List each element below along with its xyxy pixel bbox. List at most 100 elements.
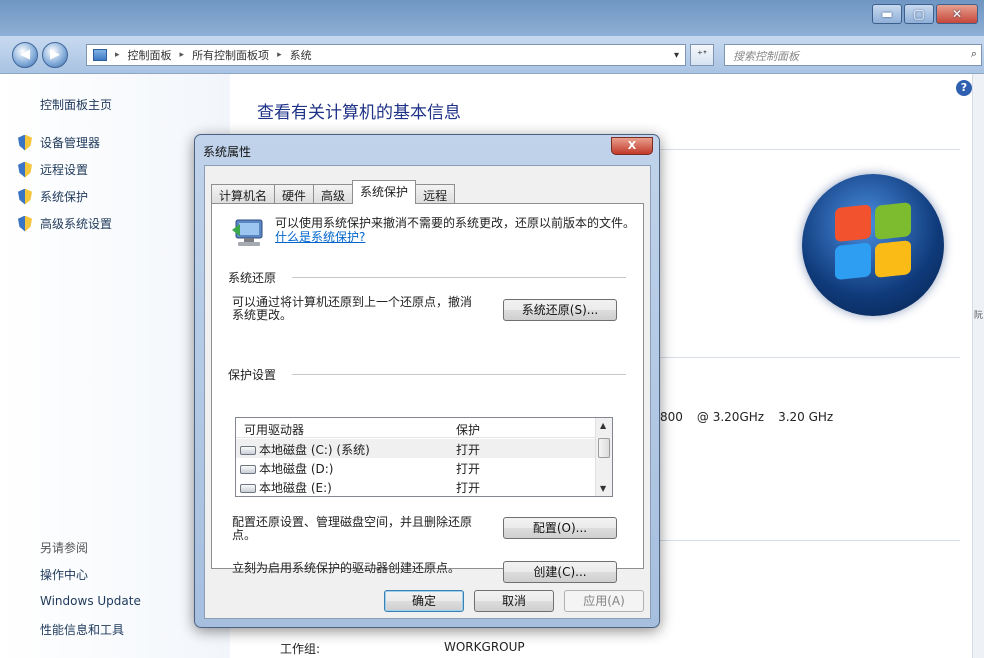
edge-glyph: 阮 [974, 311, 984, 321]
dialog-title: 系统属性 [203, 145, 252, 159]
see-also-heading: 另请参阅 [40, 541, 89, 555]
maximize-button[interactable]: ▢ [904, 4, 934, 24]
scroll-up-icon[interactable]: ▲ [600, 421, 606, 430]
system-properties-dialog: 系统属性 X 计算机名 硬件 高级 系统保护 远程 可以使用系统保护来撤消不需要… [194, 134, 660, 628]
minimize-button[interactable]: ▬ [872, 4, 902, 24]
navigation-bar: ◀ ▶ ▸ 控制面板 ▸ 所有控制面板项 ▸ 系统 ▾ ⁺ᐩ 搜索控制面板 ⌕ [0, 36, 984, 74]
window-title-bar: ▬ ▢ ✕ [0, 0, 984, 36]
scroll-down-icon[interactable]: ▼ [600, 484, 606, 493]
workgroup-label: 工作组: [280, 642, 321, 656]
sidebar-item-label: 设备管理器 [40, 136, 101, 150]
system-restore-button[interactable]: 系统还原(S)... [503, 299, 617, 321]
main-scrollbar[interactable] [972, 74, 984, 658]
address-dropdown-icon[interactable]: ▾ [674, 50, 679, 61]
control-panel-icon [93, 49, 107, 61]
refresh-icon: ⁺ᐩ [696, 48, 708, 61]
drives-list[interactable]: 可用驱动器 保护 本地磁盘 (C:) (系统) 打开 本地磁盘 (D:) 打开 … [235, 417, 613, 497]
intro-text: 可以使用系统保护来撤消不需要的系统更改，还原以前版本的文件。 [275, 216, 636, 230]
drive-name: 本地磁盘 (E:) [240, 479, 332, 496]
sidebar-home-link[interactable]: 控制面板主页 [40, 96, 112, 113]
page-title: 查看有关计算机的基本信息 [257, 103, 461, 123]
tab-remote[interactable]: 远程 [415, 184, 456, 204]
configure-description: 配置还原设置、管理磁盘空间，并且删除还原点。 [232, 515, 473, 542]
forward-arrow-icon: ▶ [50, 47, 60, 62]
processor-speed-value: 3.20 GHz [778, 410, 834, 424]
drive-row[interactable]: 本地磁盘 (E:) 打开 [236, 477, 596, 496]
drives-list-header: 可用驱动器 保护 [236, 418, 596, 438]
sidebar-item-label: 系统保护 [40, 190, 89, 204]
crumb-separator-icon: ▸ [179, 50, 185, 60]
shield-icon [18, 134, 32, 151]
drive-name: 本地磁盘 (D:) [240, 460, 333, 477]
window-controls: ▬ ▢ ✕ [872, 4, 978, 24]
search-placeholder: 搜索控制面板 [733, 50, 799, 63]
search-input[interactable]: 搜索控制面板 ⌕ [724, 44, 982, 66]
shield-icon [18, 215, 32, 232]
shield-icon [18, 161, 32, 178]
dialog-close-button[interactable]: X [611, 137, 653, 155]
breadcrumb-system[interactable]: 系统 [290, 47, 312, 63]
group-divider [292, 374, 626, 375]
drive-row[interactable]: 本地磁盘 (C:) (系统) 打开 [236, 439, 596, 458]
processor-speed: @ 3.20GHz [696, 410, 765, 424]
dialog-body: 计算机名 硬件 高级 系统保护 远程 可以使用系统保护来撤消不需要的系统更改，还… [204, 165, 651, 619]
sidebar-item-advanced-settings[interactable]: 高级系统设置 [18, 215, 112, 232]
group-divider [292, 277, 626, 278]
breadcrumb-all-items[interactable]: 所有控制面板项 [192, 47, 269, 63]
dialog-tabs: 计算机名 硬件 高级 系统保护 远程 [211, 180, 456, 204]
cancel-button[interactable]: 取消 [474, 590, 554, 612]
create-button[interactable]: 创建(C)... [503, 561, 617, 583]
intro-description: 可以使用系统保护来撤消不需要的系统更改，还原以前版本的文件。 什么是系统保护? [275, 216, 635, 244]
section-divider [660, 540, 960, 541]
hard-disk-icon [240, 484, 256, 493]
drive-name: 本地磁盘 (C:) (系统) [240, 441, 370, 458]
sidebar-item-label: 高级系统设置 [40, 217, 113, 231]
crumb-separator-icon: ▸ [115, 50, 120, 60]
tab-system-protection[interactable]: 系统保护 [352, 180, 417, 204]
scroll-thumb[interactable] [598, 438, 610, 458]
tab-hardware[interactable]: 硬件 [274, 184, 315, 204]
back-button[interactable]: ◀ [12, 42, 38, 68]
tab-computer-name[interactable]: 计算机名 [211, 184, 276, 204]
see-also-action-center[interactable]: 操作中心 [40, 566, 88, 583]
sidebar-item-remote-settings[interactable]: 远程设置 [18, 161, 88, 178]
address-field[interactable]: ▸ 控制面板 ▸ 所有控制面板项 ▸ 系统 ▾ [86, 44, 686, 66]
see-also-windows-update[interactable]: Windows Update [40, 594, 141, 608]
apply-button: 应用(A) [564, 590, 644, 612]
section-divider [660, 149, 960, 150]
refresh-button[interactable]: ⁺ᐩ [690, 44, 714, 66]
column-header-drive[interactable]: 可用驱动器 [244, 421, 304, 438]
configure-button[interactable]: 配置(O)... [503, 517, 617, 539]
drive-row[interactable]: 本地磁盘 (D:) 打开 [236, 458, 596, 477]
ok-button[interactable]: 确定 [384, 590, 464, 612]
breadcrumb-control-panel[interactable]: 控制面板 [128, 47, 172, 63]
hard-disk-icon [240, 465, 256, 474]
column-header-protection[interactable]: 保护 [456, 421, 480, 438]
sidebar-item-system-protection[interactable]: 系统保护 [18, 188, 88, 205]
back-arrow-icon: ◀ [20, 47, 30, 62]
processor-info: 800 @ 3.20GHz 3.20 GHz [660, 410, 833, 424]
forward-button[interactable]: ▶ [42, 42, 68, 68]
protection-group-label: 保护设置 [228, 368, 277, 382]
close-button[interactable]: ✕ [936, 4, 978, 24]
workgroup-value: WORKGROUP [444, 640, 525, 654]
what-is-system-protection-link[interactable]: 什么是系统保护? [275, 230, 365, 244]
crumb-separator-icon: ▸ [277, 50, 282, 60]
hard-disk-icon [240, 446, 256, 455]
system-restore-icon [232, 219, 263, 246]
section-divider [660, 357, 960, 358]
shield-icon [18, 188, 32, 205]
sidebar-item-label: 远程设置 [40, 163, 89, 177]
help-icon[interactable]: ? [956, 80, 972, 96]
sidebar-item-device-manager[interactable]: 设备管理器 [18, 134, 100, 151]
see-also-performance-tools[interactable]: 性能信息和工具 [40, 621, 124, 638]
search-icon[interactable]: ⌕ [971, 47, 977, 61]
processor-model: 800 [660, 410, 683, 424]
drives-list-scrollbar[interactable]: ▲ ▼ [595, 418, 612, 496]
restore-description: 可以通过将计算机还原到上一个还原点，撤消系统更改。 [232, 295, 473, 322]
windows-logo-icon [802, 174, 944, 316]
tab-advanced[interactable]: 高级 [313, 184, 354, 204]
drive-protection: 打开 [456, 462, 481, 476]
create-description: 立刻为启用系统保护的驱动器创建还原点。 [232, 561, 461, 575]
drive-protection: 打开 [456, 481, 481, 495]
